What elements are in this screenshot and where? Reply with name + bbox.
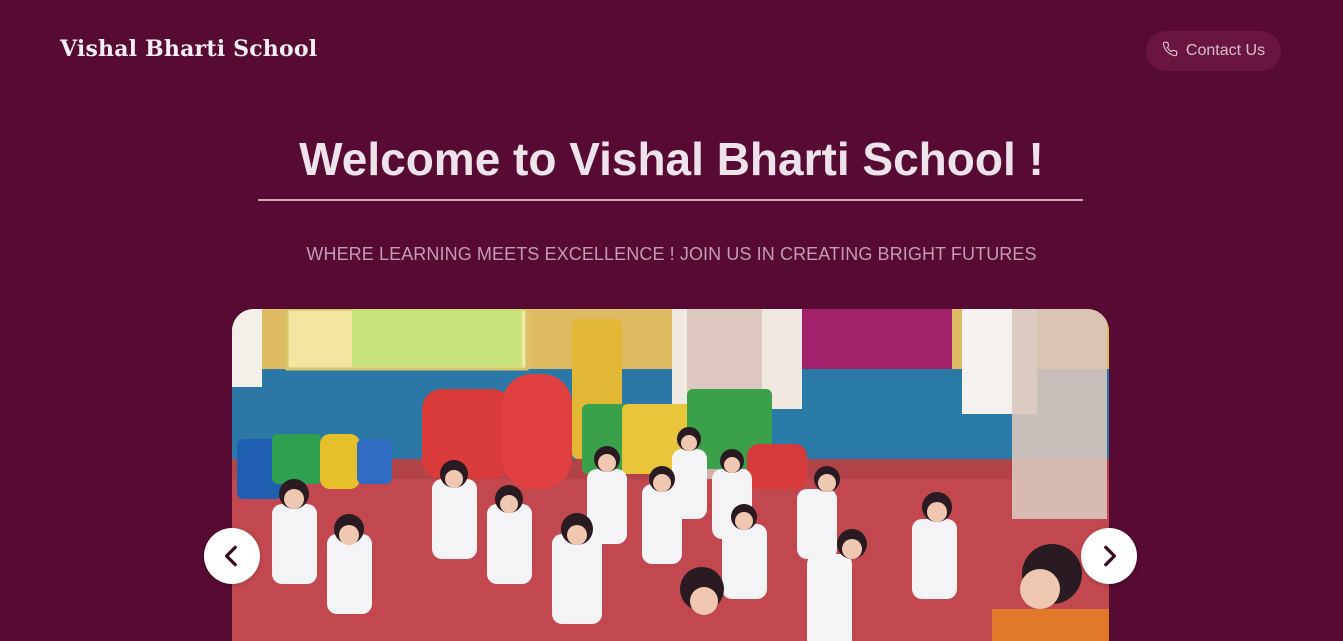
image-carousel[interactable] [232,309,1109,641]
phone-icon [1162,41,1178,62]
contact-us-label: Contact Us [1185,42,1266,59]
classroom-yoga-photo [232,309,1109,641]
title-underline-divider [258,199,1083,201]
carousel-next-button[interactable] [1081,528,1137,584]
hero-title: Welcome to Vishal Bharti School ! [299,133,1044,185]
page: Vishal Bharti School Contact Us Welcome … [0,0,1343,641]
brand-logo-text[interactable]: Vishal Bharti School [60,36,317,62]
chevron-right-icon [1104,545,1117,567]
contact-us-button[interactable]: Contact Us [1146,31,1281,71]
chevron-left-icon [224,545,237,567]
hero-subtitle: WHERE LEARNING MEETS EXCELLENCE ! JOIN U… [306,244,1037,264]
carousel-prev-button[interactable] [204,528,260,584]
